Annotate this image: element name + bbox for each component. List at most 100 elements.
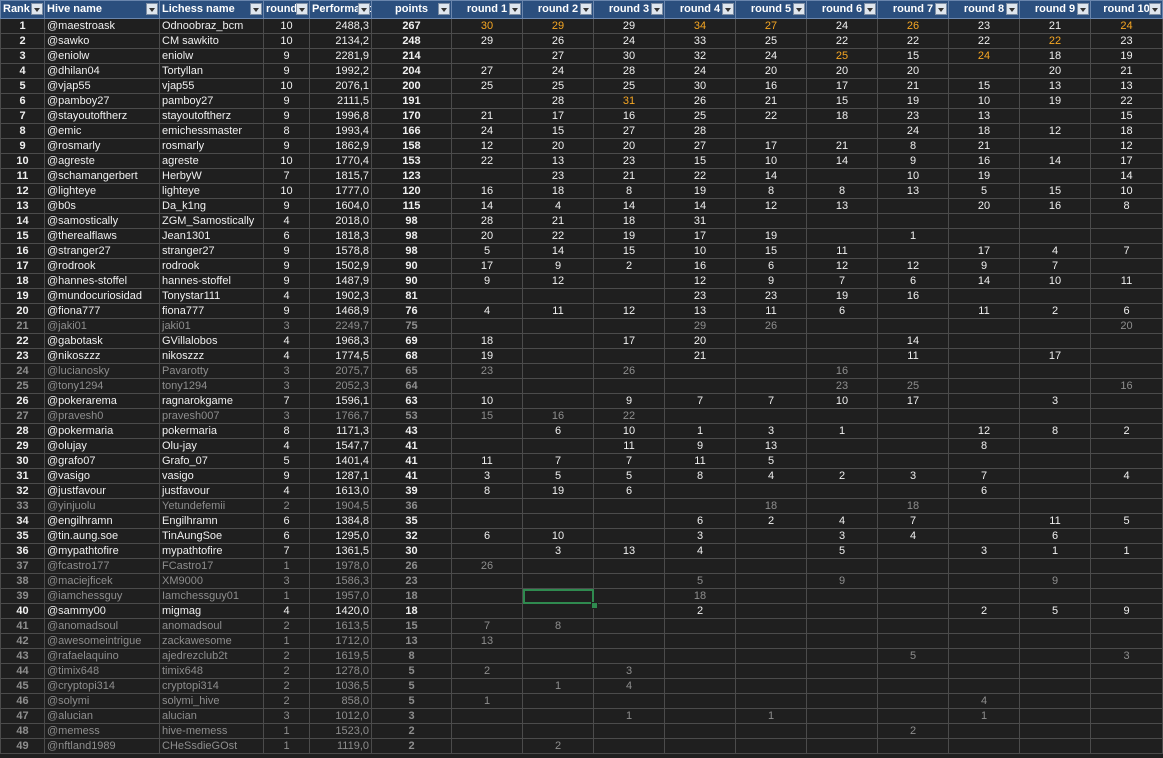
- round-2-cell[interactable]: [522, 708, 594, 724]
- performance-cell[interactable]: 2249,7: [309, 318, 372, 334]
- rank-cell[interactable]: 44: [0, 663, 45, 679]
- rounds-cell[interactable]: 10: [263, 78, 310, 94]
- round-3-cell[interactable]: 16: [593, 108, 665, 124]
- round-2-cell[interactable]: 18: [522, 183, 594, 199]
- round-1-cell[interactable]: 29: [451, 33, 523, 49]
- round-1-cell[interactable]: 24: [451, 123, 523, 139]
- hive-name-cell[interactable]: @rosmarly: [44, 138, 160, 154]
- lichess-name-cell[interactable]: hive-memess: [159, 723, 264, 739]
- round-1-cell[interactable]: [451, 498, 523, 514]
- round-6-cell[interactable]: [806, 453, 878, 469]
- round-6-cell[interactable]: 13: [806, 198, 878, 214]
- round-6-cell[interactable]: 21: [806, 138, 878, 154]
- rank-cell[interactable]: 37: [0, 558, 45, 574]
- hive-name-cell[interactable]: @cryptopi314: [44, 678, 160, 694]
- round-3-cell[interactable]: 8: [593, 183, 665, 199]
- fill-handle[interactable]: [591, 602, 598, 609]
- round-5-cell[interactable]: [735, 363, 807, 379]
- performance-cell[interactable]: 1171,3: [309, 423, 372, 439]
- round-4-cell[interactable]: 33: [664, 33, 736, 49]
- round-10-cell[interactable]: [1090, 348, 1163, 364]
- round-8-cell[interactable]: [948, 393, 1020, 409]
- lichess-name-cell[interactable]: migmag: [159, 603, 264, 619]
- round-4-cell[interactable]: [664, 678, 736, 694]
- performance-cell[interactable]: 1957,0: [309, 588, 372, 604]
- rank-cell[interactable]: 13: [0, 198, 45, 214]
- round-8-cell[interactable]: 13: [948, 108, 1020, 124]
- points-cell[interactable]: 35: [371, 513, 452, 529]
- round-8-cell[interactable]: 17: [948, 243, 1020, 259]
- rounds-cell[interactable]: 8: [263, 123, 310, 139]
- round-5-cell[interactable]: 12: [735, 198, 807, 214]
- round-5-cell[interactable]: [735, 573, 807, 589]
- hive-name-cell[interactable]: @sammy00: [44, 603, 160, 619]
- round-9-cell[interactable]: [1019, 738, 1091, 754]
- hive-name-cell[interactable]: @memess: [44, 723, 160, 739]
- round-1-cell[interactable]: [451, 573, 523, 589]
- round-5-cell[interactable]: 4: [735, 468, 807, 484]
- round-8-cell[interactable]: [948, 588, 1020, 604]
- round-4-cell[interactable]: 21: [664, 348, 736, 364]
- round-2-cell[interactable]: 29: [522, 18, 594, 34]
- rank-cell[interactable]: 32: [0, 483, 45, 499]
- round-7-cell[interactable]: [877, 363, 949, 379]
- round-6-cell[interactable]: 23: [806, 378, 878, 394]
- round-4-cell[interactable]: 12: [664, 273, 736, 289]
- round-2-cell[interactable]: 3: [522, 543, 594, 559]
- header-round-3[interactable]: round 3: [593, 0, 665, 19]
- round-8-cell[interactable]: [948, 63, 1020, 79]
- round-9-cell[interactable]: 16: [1019, 198, 1091, 214]
- round-4-cell[interactable]: [664, 723, 736, 739]
- filter-dropdown-icon[interactable]: [793, 3, 805, 15]
- hive-name-cell[interactable]: @samostically: [44, 213, 160, 229]
- round-8-cell[interactable]: 9: [948, 258, 1020, 274]
- round-9-cell[interactable]: [1019, 378, 1091, 394]
- round-4-cell[interactable]: 11: [664, 453, 736, 469]
- round-6-cell[interactable]: 22: [806, 33, 878, 49]
- lichess-name-cell[interactable]: Da_k1ng: [159, 198, 264, 214]
- round-3-cell[interactable]: 25: [593, 78, 665, 94]
- round-5-cell[interactable]: [735, 483, 807, 499]
- round-8-cell[interactable]: [948, 678, 1020, 694]
- round-6-cell[interactable]: [806, 618, 878, 634]
- round-1-cell[interactable]: 14: [451, 198, 523, 214]
- round-10-cell[interactable]: [1090, 438, 1163, 454]
- header-rank[interactable]: Rank: [0, 0, 45, 19]
- round-10-cell[interactable]: 24: [1090, 18, 1163, 34]
- round-6-cell[interactable]: 18: [806, 108, 878, 124]
- round-4-cell[interactable]: 28: [664, 123, 736, 139]
- round-7-cell[interactable]: 23: [877, 108, 949, 124]
- round-2-cell[interactable]: 10: [522, 528, 594, 544]
- round-2-cell[interactable]: [522, 513, 594, 529]
- round-6-cell[interactable]: [806, 588, 878, 604]
- points-cell[interactable]: 18: [371, 603, 452, 619]
- round-5-cell[interactable]: [735, 648, 807, 664]
- rounds-cell[interactable]: 2: [263, 663, 310, 679]
- round-9-cell[interactable]: 19: [1019, 93, 1091, 109]
- round-2-cell[interactable]: [522, 288, 594, 304]
- points-cell[interactable]: 5: [371, 678, 452, 694]
- round-6-cell[interactable]: [806, 168, 878, 184]
- hive-name-cell[interactable]: @eniolw: [44, 48, 160, 64]
- round-7-cell[interactable]: 7: [877, 513, 949, 529]
- round-8-cell[interactable]: 8: [948, 438, 1020, 454]
- round-7-cell[interactable]: 2: [877, 723, 949, 739]
- round-8-cell[interactable]: 24: [948, 48, 1020, 64]
- rank-cell[interactable]: 15: [0, 228, 45, 244]
- round-3-cell[interactable]: 3: [593, 663, 665, 679]
- round-3-cell[interactable]: 9: [593, 393, 665, 409]
- round-5-cell[interactable]: [735, 588, 807, 604]
- rounds-cell[interactable]: 4: [263, 603, 310, 619]
- round-2-cell[interactable]: 19: [522, 483, 594, 499]
- round-4-cell[interactable]: 9: [664, 438, 736, 454]
- round-1-cell[interactable]: 9: [451, 273, 523, 289]
- rounds-cell[interactable]: 1: [263, 588, 310, 604]
- header-lichess-name[interactable]: Lichess name: [159, 0, 264, 19]
- points-cell[interactable]: 2: [371, 723, 452, 739]
- hive-name-cell[interactable]: @nikoszzz: [44, 348, 160, 364]
- round-9-cell[interactable]: 7: [1019, 258, 1091, 274]
- hive-name-cell[interactable]: @stayoutoftherz: [44, 108, 160, 124]
- round-6-cell[interactable]: 7: [806, 273, 878, 289]
- round-3-cell[interactable]: 2: [593, 258, 665, 274]
- round-1-cell[interactable]: 19: [451, 348, 523, 364]
